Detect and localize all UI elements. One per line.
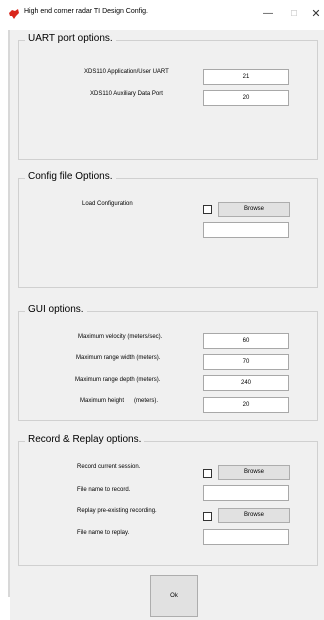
record-session-checkbox[interactable] bbox=[203, 469, 212, 478]
aux-data-port-field[interactable]: 20 bbox=[203, 90, 289, 106]
max-range-depth-field[interactable]: 240 bbox=[203, 375, 289, 391]
aux-data-port-label: XDS110 Auxiliary Data Port bbox=[90, 91, 163, 97]
max-range-depth-label: Maximum range depth (meters). bbox=[75, 377, 161, 383]
title-bar: High end corner radar TI Design Config. … bbox=[0, 0, 324, 30]
max-range-width-field[interactable]: 70 bbox=[203, 354, 289, 370]
load-configuration-checkbox[interactable] bbox=[203, 205, 212, 214]
load-configuration-label: Load Configuration bbox=[82, 201, 133, 207]
uart-group-title: UART port options. bbox=[25, 33, 116, 44]
record-replay-group: Record & Replay options. bbox=[18, 434, 318, 566]
record-file-field[interactable] bbox=[203, 485, 289, 501]
record-browse-button[interactable]: Browse bbox=[218, 465, 290, 480]
maximize-button[interactable]: ☐ bbox=[284, 5, 304, 23]
config-group-title: Config file Options. bbox=[25, 171, 116, 182]
close-button[interactable]: ✕ bbox=[306, 5, 324, 23]
config-path-field[interactable] bbox=[203, 222, 289, 238]
replay-recording-checkbox[interactable] bbox=[203, 512, 212, 521]
max-range-width-label: Maximum range width (meters). bbox=[76, 355, 161, 361]
replay-file-field[interactable] bbox=[203, 529, 289, 545]
replay-recording-label: Replay pre-existing recording. bbox=[77, 508, 157, 514]
app-uart-label: XDS110 Application/User UART bbox=[84, 69, 169, 75]
replay-file-label: File name to replay. bbox=[77, 530, 130, 536]
minimize-button[interactable]: — bbox=[258, 5, 278, 23]
replay-browse-button[interactable]: Browse bbox=[218, 508, 290, 523]
record-file-label: File name to record. bbox=[77, 487, 131, 493]
max-velocity-field[interactable]: 60 bbox=[203, 333, 289, 349]
window-title: High end corner radar TI Design Config. bbox=[24, 8, 148, 15]
gui-group-title: GUI options. bbox=[25, 304, 87, 315]
ti-logo-icon bbox=[9, 9, 19, 19]
config-browse-button[interactable]: Browse bbox=[218, 202, 290, 217]
ok-button[interactable]: Ok bbox=[150, 575, 198, 617]
record-session-label: Record current session. bbox=[77, 464, 141, 470]
max-velocity-label: Maximum velocity (meters/sec). bbox=[78, 334, 163, 340]
max-height-field[interactable]: 20 bbox=[203, 397, 289, 413]
record-group-title: Record & Replay options. bbox=[25, 434, 145, 445]
app-uart-field[interactable]: 21 bbox=[203, 69, 289, 85]
max-height-label: Maximum height (meters). bbox=[80, 398, 159, 404]
